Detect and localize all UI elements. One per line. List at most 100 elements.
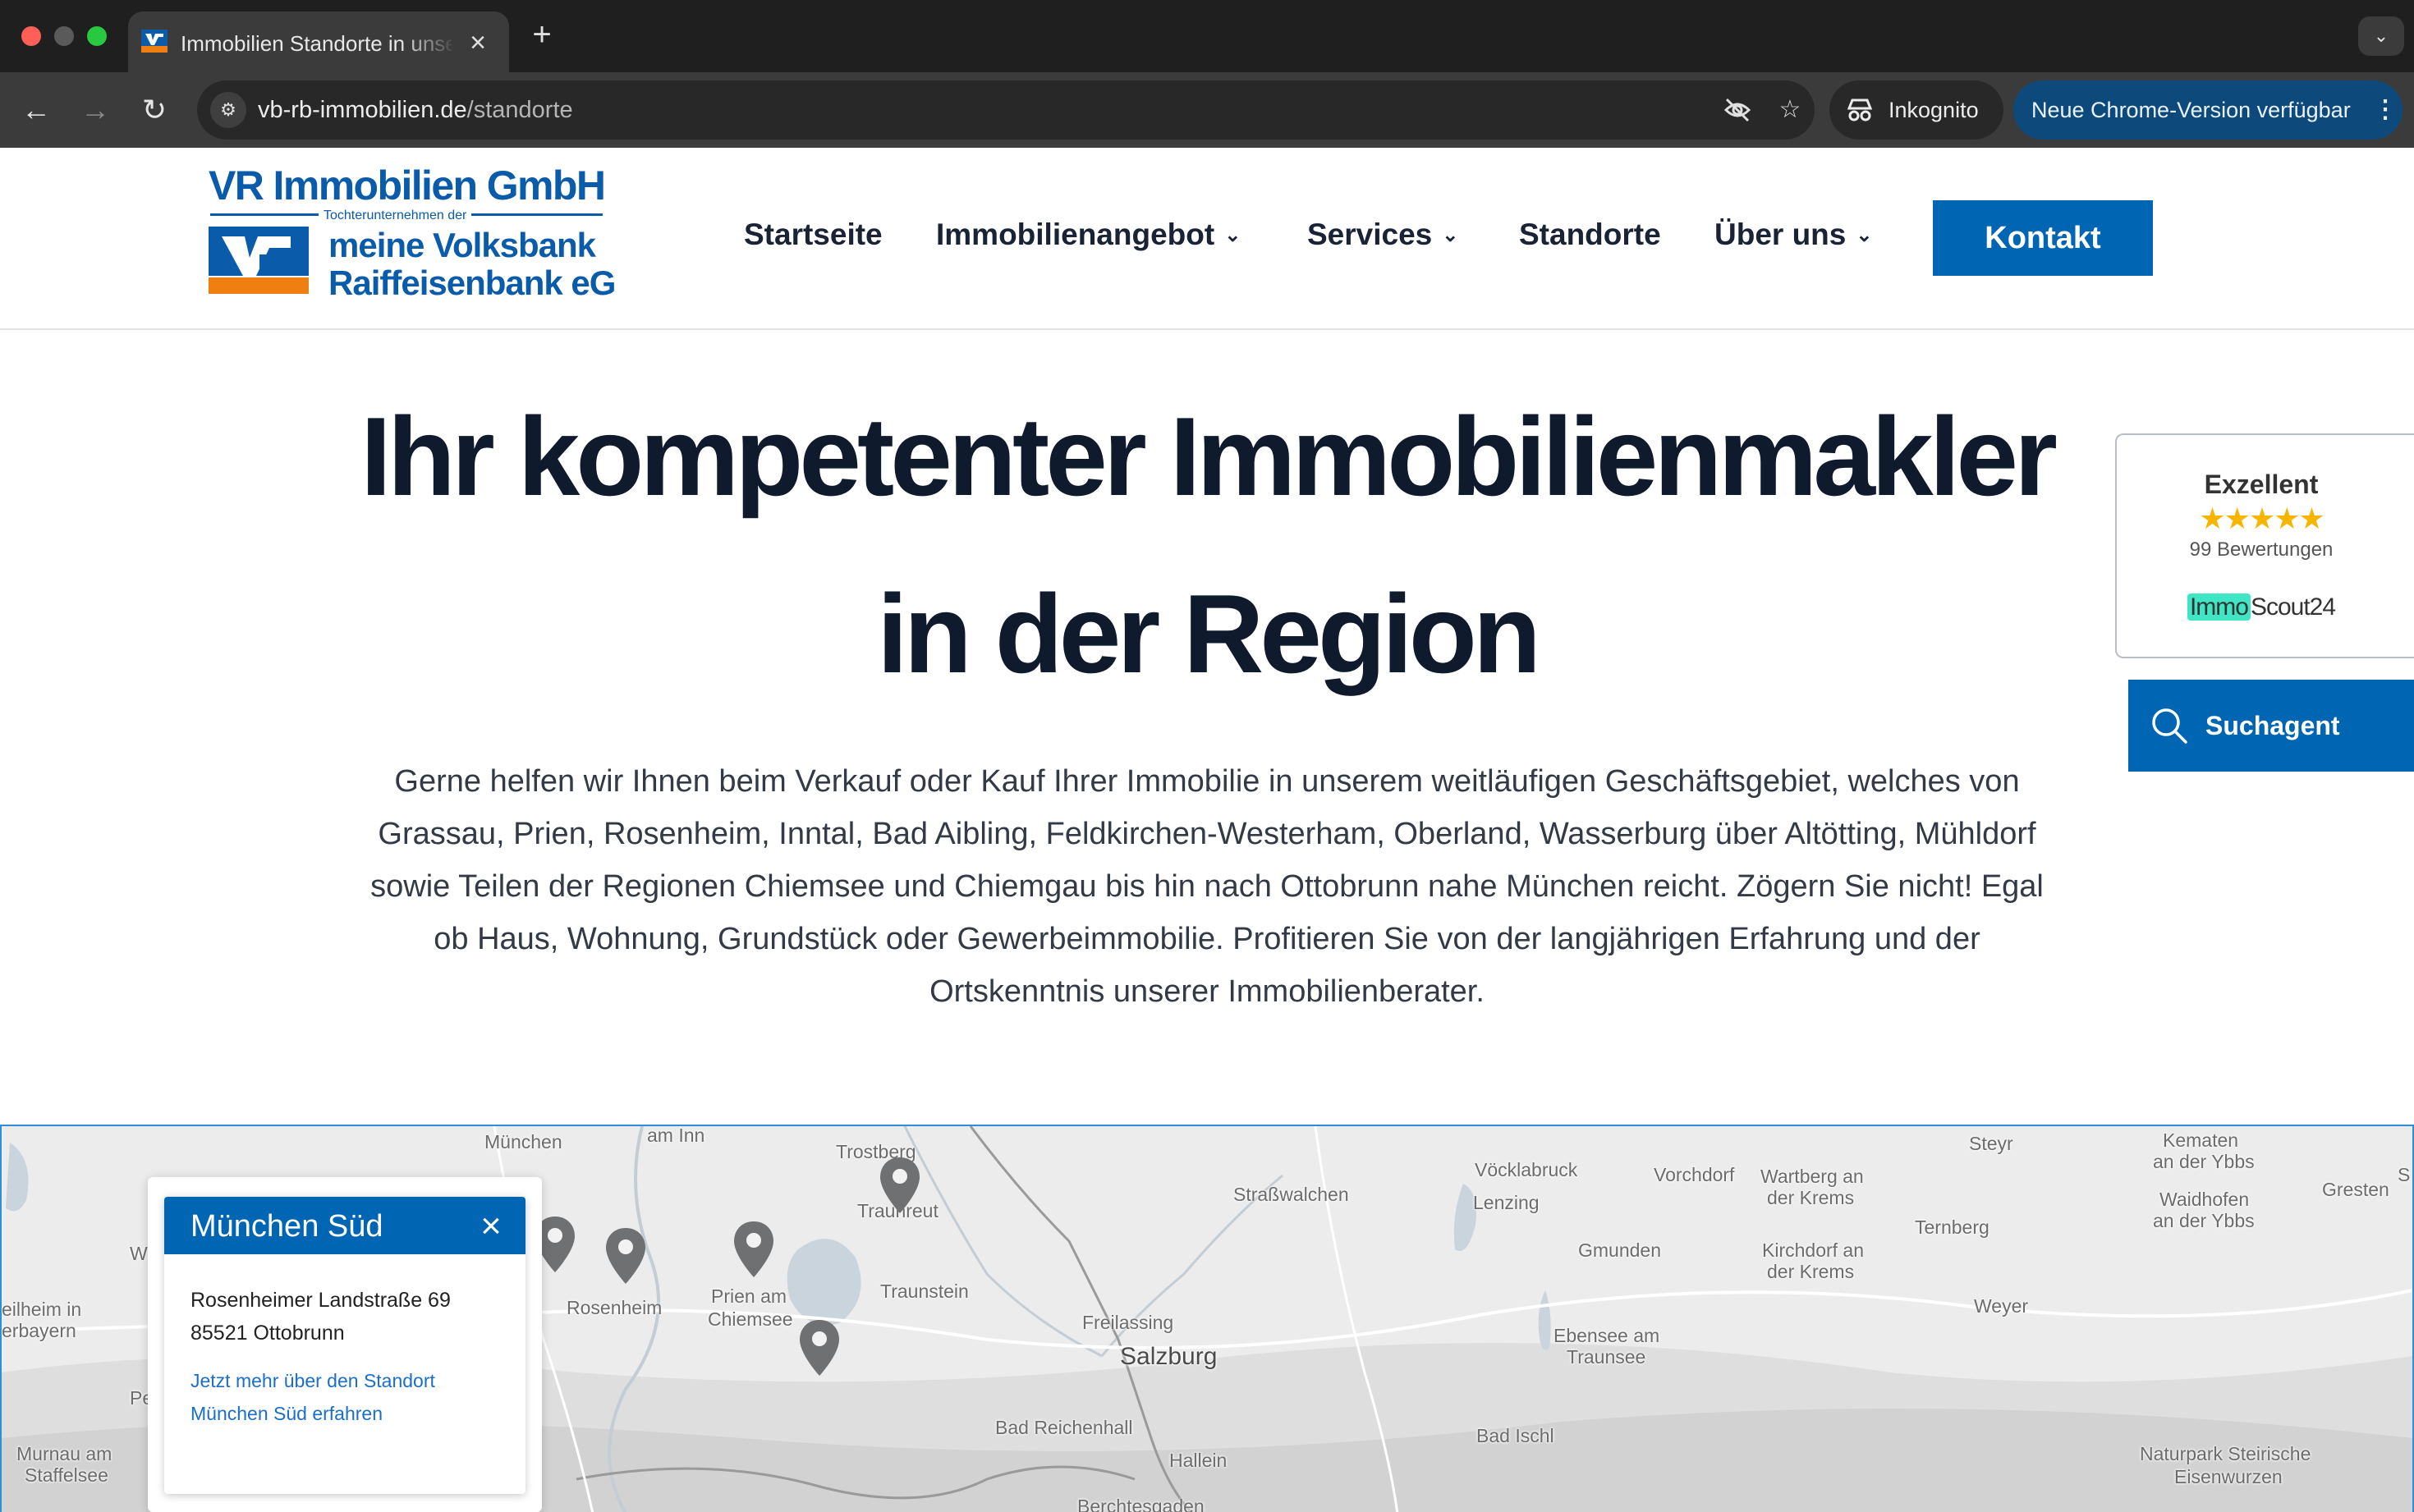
map-label: Naturpark Steirische <box>2140 1443 2311 1464</box>
suchagent-button[interactable]: Suchagent <box>2128 680 2414 772</box>
map-label: Vorchdorf <box>1654 1164 1735 1185</box>
popup-city: 85521 Ottobrunn <box>190 1322 345 1345</box>
map-label: Eisenwurzen <box>2174 1466 2283 1487</box>
map-label: Staffelsee <box>25 1464 108 1486</box>
tab-search-chevron-down-icon[interactable]: ⌄ <box>2358 16 2404 56</box>
address-bar[interactable]: ⚙ vb-rb-immobilien.de/standorte ☆ <box>197 80 1815 140</box>
rating-title: Exzellent <box>2204 470 2319 499</box>
logo-subtitle: Tochterunternehmen der <box>319 208 472 223</box>
map-label: Murnau am <box>16 1443 112 1464</box>
browser-tab-active[interactable]: Immobilien Standorte in unserer Region × <box>128 11 509 72</box>
locations-map[interactable]: München am Inn Trostberg Traunreut Straß… <box>0 1125 2414 1512</box>
popup-title: München Süd <box>190 1209 383 1244</box>
map-label: Berchtesgaden <box>1077 1496 1205 1512</box>
popup-header: München Süd × <box>164 1197 525 1254</box>
map-label: Bad Ischl <box>1476 1425 1554 1446</box>
map-pin-icon[interactable] <box>796 1318 842 1377</box>
chevron-down-icon: ⌄ <box>1442 224 1459 246</box>
map-label: Kirchdorf an <box>1762 1239 1865 1261</box>
map-label: Bad Reichenhall <box>995 1417 1133 1438</box>
browser-tab-strip: Immobilien Standorte in unserer Region ×… <box>0 0 2414 72</box>
map-label: eilheim in <box>2 1299 82 1320</box>
incognito-icon <box>1847 99 1873 121</box>
map-label: Gresten <box>2322 1179 2389 1200</box>
nav-item-ueber-uns[interactable]: Über uns ⌄ <box>1714 213 1872 256</box>
window-minimize-button[interactable] <box>54 26 74 46</box>
url-text[interactable]: vb-rb-immobilien.de/standorte <box>258 95 573 125</box>
nav-label: Standorte <box>1519 218 1661 251</box>
map-label: Rosenheim <box>567 1297 663 1318</box>
map-pin-icon[interactable] <box>603 1226 649 1285</box>
map-label: Steyr <box>1969 1133 2013 1154</box>
map-label: Weyer <box>1974 1295 2029 1317</box>
volksbank-logo-icon <box>209 227 309 294</box>
back-arrow-icon[interactable]: ← <box>16 90 56 130</box>
browser-toolbar: ← → ↻ ⚙ vb-rb-immobilien.de/standorte ☆ … <box>0 72 2414 148</box>
map-label: Straßwalchen <box>1233 1184 1349 1205</box>
new-tab-button[interactable]: + <box>525 18 558 51</box>
reload-icon[interactable]: ↻ <box>135 90 174 130</box>
rating-count: 99 Bewertungen <box>2189 538 2334 561</box>
site-header: VR Immobilien GmbH Tochterunternehmen de… <box>0 148 2414 330</box>
kontakt-button[interactable]: Kontakt <box>1933 200 2153 276</box>
map-label: an der Ybbs <box>2153 1151 2255 1172</box>
chevron-down-icon: ⌄ <box>1856 224 1873 246</box>
nav-item-services[interactable]: Services ⌄ <box>1307 213 1458 256</box>
tab-title-fade <box>399 23 457 64</box>
map-label: Gmunden <box>1578 1239 1662 1261</box>
window-maximize-button[interactable] <box>87 26 107 46</box>
map-label: S <box>2398 1164 2411 1185</box>
immoscout-logo-part1: Immo <box>2187 593 2251 621</box>
map-label: der Krems <box>1767 1187 1855 1208</box>
immoscout-logo-part2: Scout24 <box>2250 593 2336 621</box>
search-icon <box>2152 708 2187 744</box>
volksbank-favicon-icon <box>141 30 168 53</box>
forward-arrow-icon[interactable]: → <box>76 90 115 130</box>
company-logo[interactable]: VR Immobilien GmbH Tochterunternehmen de… <box>207 161 616 309</box>
map-label: W <box>130 1243 148 1264</box>
logo-title: VR Immobilien GmbH <box>209 163 606 208</box>
nav-item-immobilienangebot[interactable]: Immobilienangebot ⌄ <box>936 213 1241 256</box>
url-domain: vb-rb-immobilien.de <box>258 97 467 123</box>
more-vert-icon[interactable]: ⋮ <box>2373 94 2398 126</box>
map-label: Waidhofen <box>2159 1189 2250 1210</box>
site-info-icon[interactable]: ⚙ <box>210 92 246 128</box>
popup-location-link[interactable]: Jetzt mehr über den Standort <box>190 1368 435 1394</box>
nav-item-startseite[interactable]: Startseite <box>744 213 883 256</box>
incognito-label: Inkognito <box>1889 98 1979 122</box>
location-popup: München Süd × Rosenheimer Landstraße 69 … <box>164 1197 525 1494</box>
map-label: Prien am <box>711 1285 787 1307</box>
intro-paragraph: Gerne helfen wir Ihnen beim Verkauf oder… <box>370 764 2044 1009</box>
hero-title-line1: Ihr kompetenter Immobilienmakler <box>360 394 2058 519</box>
immoscout-rating-widget[interactable]: Exzellent ★★★★★ 99 Bewertungen Immo Scout… <box>2115 433 2414 658</box>
eye-off-icon[interactable] <box>1719 92 1755 128</box>
map-label: Traunsee <box>1567 1346 1646 1368</box>
map-pin-icon[interactable] <box>731 1220 777 1279</box>
window-close-button[interactable] <box>21 26 41 46</box>
immoscout-logo: Immo Scout24 <box>2117 591 2406 624</box>
bookmark-star-icon[interactable]: ☆ <box>1772 92 1808 128</box>
map-label: Ebensee am <box>1553 1325 1660 1346</box>
tab-close-icon[interactable]: × <box>463 28 493 57</box>
popup-street: Rosenheimer Landstraße 69 <box>190 1289 451 1312</box>
map-label: der Krems <box>1767 1261 1855 1282</box>
chrome-update-label: Neue Chrome-Version verfügbar <box>2031 98 2351 122</box>
map-label: Hallein <box>1169 1450 1228 1471</box>
nav-label: Startseite <box>744 218 883 251</box>
chrome-update-button[interactable]: Neue Chrome-Version verfügbar ⋮ <box>2013 80 2403 140</box>
close-icon[interactable]: × <box>473 1208 509 1244</box>
logo-bank-line2: Raiffeisenbank eG <box>328 263 616 302</box>
popup-location-link[interactable]: München Süd erfahren <box>190 1400 383 1427</box>
map-label: Ternberg <box>1915 1216 1989 1238</box>
suchagent-label: Suchagent <box>2205 711 2340 740</box>
nav-label: Über uns <box>1714 218 1847 251</box>
map-pin-icon[interactable] <box>877 1156 923 1215</box>
rating-stars-icon: ★★★★★ <box>2199 502 2325 535</box>
map-label: Vöcklabruck <box>1475 1159 1578 1180</box>
incognito-badge[interactable]: Inkognito <box>1829 80 2003 140</box>
map-label-salzburg: Salzburg <box>1120 1343 1218 1370</box>
map-label: München <box>484 1131 562 1152</box>
nav-item-standorte[interactable]: Standorte <box>1519 213 1661 256</box>
map-label: Chiemsee <box>708 1308 793 1330</box>
map-label: am Inn <box>647 1125 705 1146</box>
